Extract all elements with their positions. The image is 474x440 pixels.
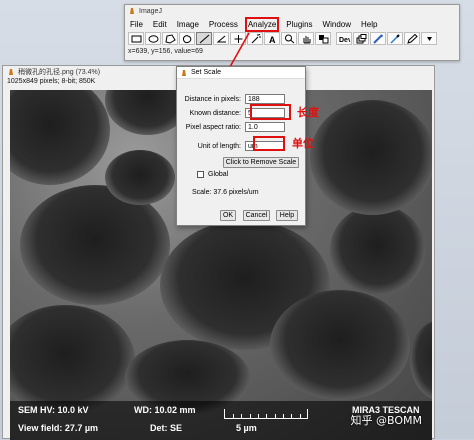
sem-view-field-label: View field: 27.7 µm [18, 423, 99, 433]
set-scale-dialog: Set Scale Distance in pixels: 188 Known … [176, 66, 306, 226]
distance-field[interactable]: 188 [245, 94, 285, 104]
magnifier-tool-icon[interactable] [281, 32, 297, 45]
menu-edit[interactable]: Edit [152, 19, 168, 30]
aspect-ratio-row: Pixel aspect ratio: 1.0 [177, 122, 285, 132]
imagej-logo-icon [182, 69, 186, 76]
menu-plugins[interactable]: Plugins [285, 19, 313, 30]
help-button[interactable]: Help [276, 210, 298, 221]
sem-det-label: Det: SE [150, 423, 183, 433]
pencil-tool-icon[interactable] [404, 32, 420, 45]
imagej-logo-icon [9, 69, 13, 75]
scale-text: Scale: 37.6 pixels/um [192, 189, 259, 196]
status-bar: x=639, y=156, value=69 [128, 48, 203, 55]
rectangle-tool-icon[interactable] [128, 32, 144, 45]
toolbar: A Dev [125, 31, 459, 46]
svg-text:Dev: Dev [339, 37, 350, 44]
developer-menu-icon[interactable]: Dev [336, 32, 352, 45]
unit-label: Unit of length: [197, 142, 241, 150]
dialog-titlebar: Set Scale [177, 67, 305, 79]
dialog-title: Set Scale [191, 69, 221, 76]
global-checkbox[interactable] [197, 171, 204, 178]
polygon-tool-icon[interactable] [162, 32, 178, 45]
text-tool-icon[interactable]: A [264, 32, 280, 45]
menu-analyze[interactable]: Analyze [244, 16, 280, 32]
remove-scale-button[interactable]: Click to Remove Scale [223, 157, 299, 168]
cancel-button[interactable]: Cancel [243, 210, 270, 221]
distance-label: Distance in pixels: [184, 95, 241, 103]
unit-highlight [253, 136, 285, 151]
distance-row: Distance in pixels: 188 [177, 94, 285, 104]
menu-window[interactable]: Window [322, 19, 352, 30]
point-tool-icon[interactable] [230, 32, 246, 45]
menu-help[interactable]: Help [360, 19, 378, 30]
scrolling-tool-icon[interactable] [298, 32, 314, 45]
known-distance-highlight [250, 104, 291, 120]
annotation-length: 长度 [297, 106, 319, 119]
sem-scale-bar [224, 409, 308, 419]
lut-menu-icon[interactable] [370, 32, 386, 45]
angle-tool-icon[interactable] [213, 32, 229, 45]
image-window-title: 稍微孔的孔径.png (73.4%) [18, 69, 101, 76]
global-label: Global [208, 171, 229, 178]
aspect-ratio-field[interactable]: 1.0 [245, 122, 285, 132]
straight-line-tool-icon[interactable] [196, 32, 212, 45]
freehand-tool-icon[interactable] [179, 32, 195, 45]
imagej-window: ImageJ File Edit Image Process Analyze P… [124, 4, 460, 61]
imagej-logo-icon [130, 8, 134, 14]
menu-bar: File Edit Image Process Analyze Plugins … [125, 16, 459, 32]
aspect-ratio-label: Pixel aspect ratio: [185, 123, 241, 131]
ok-button[interactable]: OK [220, 210, 236, 221]
color-picker-tool-icon[interactable] [315, 32, 331, 45]
watermark: 知乎 @BOMM [350, 414, 423, 427]
sem-hv-label: SEM HV: 10.0 kV [18, 405, 89, 415]
menu-process[interactable]: Process [208, 19, 239, 30]
svg-text:A: A [269, 35, 276, 44]
menu-image[interactable]: Image [176, 19, 200, 30]
oval-tool-icon[interactable] [145, 32, 161, 45]
annotation-unit: 单位 [292, 137, 314, 150]
known-distance-label: Known distance: [189, 109, 241, 117]
menu-file[interactable]: File [129, 19, 144, 30]
dropper-tool-icon[interactable] [387, 32, 403, 45]
global-row: Global [197, 171, 228, 178]
wand-tool-icon[interactable] [247, 32, 263, 45]
more-tools-icon[interactable] [421, 32, 437, 45]
imagej-title: ImageJ [139, 7, 162, 15]
sem-wd-label: WD: 10.02 mm [134, 405, 196, 415]
sem-scale-label: 5 µm [236, 423, 257, 433]
imagej-titlebar: ImageJ [125, 5, 459, 17]
stacks-menu-icon[interactable] [353, 32, 369, 45]
